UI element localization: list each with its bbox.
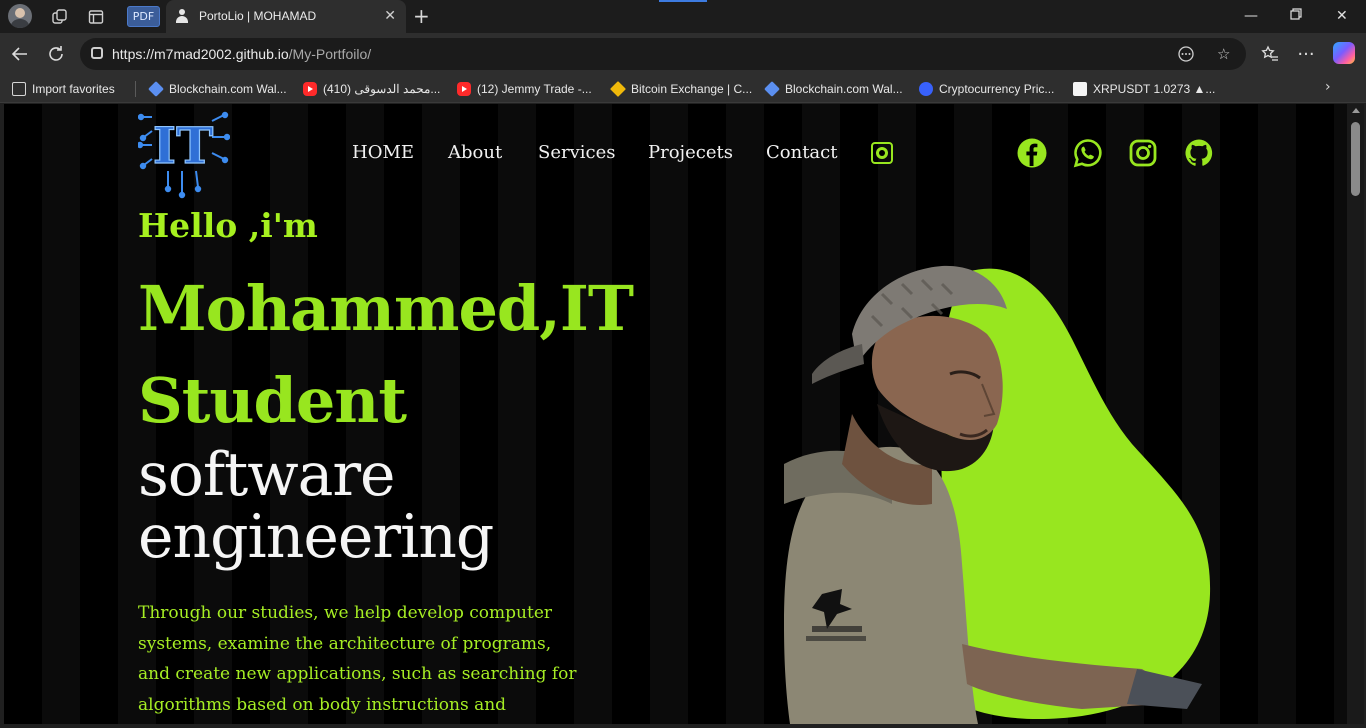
favorites-icon[interactable] xyxy=(1259,43,1281,65)
favorites-separator xyxy=(135,81,136,97)
nav-services[interactable]: Services xyxy=(538,142,615,163)
add-favorite-star-icon[interactable]: ☆ xyxy=(1217,45,1230,63)
lock-icon[interactable] xyxy=(91,47,103,59)
copilot-icon[interactable] xyxy=(1333,42,1355,64)
blockchain-icon xyxy=(764,81,780,97)
whatsapp-icon[interactable] xyxy=(1073,138,1103,168)
favorite-label: XRPUSDT 1.0273 ▲... xyxy=(1093,82,1216,96)
youtube-icon xyxy=(457,82,471,96)
facebook-icon[interactable] xyxy=(1017,138,1047,168)
read-aloud-icon[interactable] xyxy=(1177,45,1195,67)
nav-contact[interactable]: Contact xyxy=(766,142,837,163)
scrollbar-thumb[interactable] xyxy=(1351,122,1360,196)
page-scrollbar[interactable] xyxy=(1347,104,1364,724)
close-window-icon[interactable]: ✕ xyxy=(1336,8,1348,24)
hero-greeting: Hello ,i'm xyxy=(138,206,318,245)
tradingview-icon xyxy=(1073,82,1087,96)
back-icon[interactable] xyxy=(9,43,31,65)
folder-icon xyxy=(12,82,26,96)
favorite-item[interactable]: Blockchain.com Wal... xyxy=(764,80,903,98)
url-field[interactable]: https://m7mad2002.github.io/My-Portfoilo… xyxy=(80,38,1246,70)
scroll-up-icon[interactable] xyxy=(1352,108,1360,113)
window-bottom-edge xyxy=(0,724,1366,728)
hero-name: Mohammed,IT xyxy=(138,272,634,345)
favorite-label: Bitcoin Exchange | C... xyxy=(631,82,753,96)
favorite-item[interactable]: XRPUSDT 1.0273 ▲... xyxy=(1073,80,1215,98)
hero-field-line1: software xyxy=(138,440,396,510)
theme-toggle-icon[interactable] xyxy=(870,141,894,165)
restore-icon[interactable] xyxy=(1290,8,1302,24)
workspaces-icon[interactable] xyxy=(49,6,71,28)
favorite-label: محمد الدسوقى (410)... xyxy=(323,82,441,96)
favorite-item[interactable]: Bitcoin Exchange | C... xyxy=(610,80,753,98)
hero-portrait-image xyxy=(782,264,1222,724)
refresh-icon[interactable] xyxy=(45,43,67,65)
hero-field-line2: engineering xyxy=(138,502,494,572)
favorite-item[interactable]: Import favorites xyxy=(12,80,115,98)
favorite-item[interactable]: Cryptocurrency Pric... xyxy=(919,80,1054,98)
browser-tab-bar: PDF PortoLio | MOHAMAD ✕ + — ✕ xyxy=(0,0,1366,33)
nav-about[interactable]: About xyxy=(448,142,502,163)
favorites-bar: Import favorites Blockchain.com Wal... م… xyxy=(0,75,1366,103)
url-text: https://m7mad2002.github.io/My-Portfoilo… xyxy=(112,46,371,62)
favorite-label: Cryptocurrency Pric... xyxy=(939,82,1055,96)
new-tab-button[interactable]: + xyxy=(413,4,430,28)
address-bar-row: https://m7mad2002.github.io/My-Portfoilo… xyxy=(0,33,1366,75)
logo-text: IT xyxy=(153,116,214,175)
more-menu-icon[interactable]: ··· xyxy=(1295,43,1317,65)
favorite-item[interactable]: Blockchain.com Wal... xyxy=(148,80,287,98)
coinmarketcap-icon xyxy=(919,82,933,96)
blockchain-icon xyxy=(148,81,164,97)
binance-icon xyxy=(610,81,626,97)
tab-close-icon[interactable]: ✕ xyxy=(384,8,396,24)
favorite-label: Blockchain.com Wal... xyxy=(785,82,903,96)
profile-avatar[interactable] xyxy=(8,4,32,28)
url-host: https://m7mad2002.github.io xyxy=(112,46,289,62)
favorite-label: Blockchain.com Wal... xyxy=(169,82,287,96)
tab-actions-icon[interactable] xyxy=(85,6,107,28)
favorites-overflow-chevron-icon[interactable]: › xyxy=(1325,79,1331,95)
favorite-item[interactable]: (12) Jemmy Trade -... xyxy=(457,80,592,98)
minimize-icon[interactable]: — xyxy=(1244,8,1258,24)
hero-description: Through our studies, we help develop com… xyxy=(138,603,577,715)
page-viewport: IT HOME About Services Projecets Contact… xyxy=(4,104,1347,724)
site-logo[interactable]: IT xyxy=(136,107,231,199)
tab-favicon-icon xyxy=(175,9,189,23)
pdf-tab[interactable]: PDF xyxy=(127,6,160,27)
favorite-item[interactable]: محمد الدسوقى (410)... xyxy=(303,80,440,98)
nav-projects[interactable]: Projecets xyxy=(648,142,733,163)
favorite-label: (12) Jemmy Trade -... xyxy=(477,82,592,96)
active-tab[interactable]: PortoLio | MOHAMAD ✕ xyxy=(166,0,406,33)
instagram-icon[interactable] xyxy=(1128,138,1158,168)
tab-title: PortoLio | MOHAMAD xyxy=(199,9,317,23)
hero-role: Student xyxy=(138,364,407,437)
github-icon[interactable] xyxy=(1184,138,1214,168)
youtube-icon xyxy=(303,82,317,96)
tab-indicator xyxy=(659,0,707,2)
favorite-label: Import favorites xyxy=(32,82,115,96)
nav-home[interactable]: HOME xyxy=(352,142,414,163)
url-path: /My-Portfoilo/ xyxy=(288,46,372,62)
